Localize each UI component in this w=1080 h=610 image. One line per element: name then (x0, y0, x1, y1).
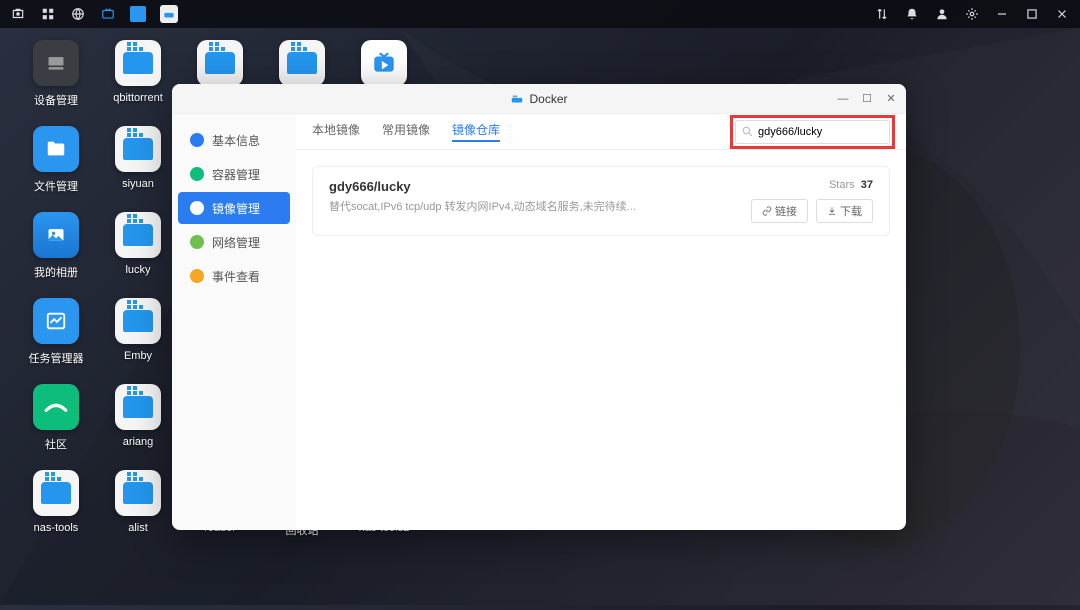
globe-icon[interactable] (70, 6, 86, 22)
stars-count: Stars 37 (829, 179, 873, 191)
system-topbar (0, 0, 1080, 28)
desktop-icon[interactable]: lucky (100, 212, 176, 298)
docker-window: Docker — ☐ ✕ 基本信息容器管理镜像管理网络管理事件查看 本地镜像 常用… (172, 84, 906, 530)
window-titlebar: Docker — ☐ ✕ (172, 84, 906, 114)
sidebar-item-icon (190, 201, 204, 215)
desktop-icon-label: 社区 (45, 436, 67, 452)
desktop-icon[interactable]: ariang (100, 384, 176, 470)
desktop-icon[interactable]: 任务管理器 (18, 298, 94, 384)
desktop-icon[interactable]: 社区 (18, 384, 94, 470)
sidebar-item[interactable]: 网络管理 (178, 226, 290, 258)
desktop-icon-label: ariang (123, 436, 154, 448)
desktop-icon-label: siyuan (122, 178, 154, 190)
sidebar-item-icon (190, 133, 204, 147)
desktop-icon-label: 设备管理 (34, 92, 78, 108)
desktop-icon[interactable]: alist (100, 470, 176, 556)
desktop-icon-label: alist (128, 522, 148, 534)
tv-icon[interactable] (100, 6, 116, 22)
close-icon[interactable] (1054, 6, 1070, 22)
tab[interactable]: 本地镜像 (312, 121, 360, 142)
tabs-bar: 本地镜像 常用镜像 镜像仓库 (296, 114, 906, 150)
search-container (735, 120, 890, 144)
camera-icon[interactable] (10, 6, 26, 22)
desktop-icon[interactable]: qbittorrent (100, 40, 176, 126)
desktop-icon-label: qbittorrent (113, 92, 163, 104)
sidebar-item-label: 网络管理 (212, 234, 260, 251)
sidebar-item[interactable]: 容器管理 (178, 158, 290, 190)
desktop-icon[interactable]: nas-tools (18, 470, 94, 556)
desktop-icon[interactable]: 设备管理 (18, 40, 94, 126)
sidebar-item-icon (190, 235, 204, 249)
sidebar-item[interactable]: 镜像管理 (178, 192, 290, 224)
desktop-icon[interactable]: 文件管理 (18, 126, 94, 212)
link-button[interactable]: 链接 (751, 199, 808, 223)
window-close-icon[interactable]: ✕ (884, 92, 898, 106)
sidebar-item-icon (190, 269, 204, 283)
folder-icon[interactable] (130, 6, 146, 22)
window-minimize-icon[interactable]: — (836, 92, 850, 106)
result-card: gdy666/lucky 替代socat,IPv6 tcp/udp 转发内网IP… (312, 166, 890, 236)
minimize-icon[interactable] (994, 6, 1010, 22)
tab[interactable]: 常用镜像 (382, 121, 430, 142)
result-description: 替代socat,IPv6 tcp/udp 转发内网IPv4,动态域名服务,未完待… (329, 198, 751, 214)
window-title: Docker (510, 92, 567, 106)
search-input[interactable] (735, 120, 890, 144)
gear-icon[interactable] (964, 6, 980, 22)
desktop-icon[interactable]: siyuan (100, 126, 176, 212)
desktop-icon-label: 任务管理器 (29, 350, 84, 366)
sidebar-item[interactable]: 事件查看 (178, 260, 290, 292)
result-title: gdy666/lucky (329, 179, 751, 194)
desktop-icon[interactable]: Emby (100, 298, 176, 384)
sidebar-item-label: 容器管理 (212, 166, 260, 183)
sidebar-item-label: 基本信息 (212, 132, 260, 149)
download-icon (827, 206, 837, 216)
desktop-icon-label: Emby (124, 350, 152, 362)
sidebar-item-icon (190, 167, 204, 181)
user-icon[interactable] (934, 6, 950, 22)
window-maximize-icon[interactable]: ☐ (860, 92, 874, 106)
tab[interactable]: 镜像仓库 (452, 121, 500, 142)
sidebar-item-label: 事件查看 (212, 268, 260, 285)
updown-icon[interactable] (874, 6, 890, 22)
sidebar-item-label: 镜像管理 (212, 200, 260, 217)
desktop-icon[interactable]: 我的相册 (18, 212, 94, 298)
docker-app-icon[interactable] (160, 5, 178, 23)
grid-icon[interactable] (40, 6, 56, 22)
maximize-icon[interactable] (1024, 6, 1040, 22)
sidebar: 基本信息容器管理镜像管理网络管理事件查看 (172, 114, 296, 530)
download-button[interactable]: 下载 (816, 199, 873, 223)
desktop-icon-label: nas-tools (34, 522, 79, 534)
desktop-icon-label: lucky (125, 264, 150, 276)
link-icon (762, 206, 772, 216)
desktop-icon-label: 文件管理 (34, 178, 78, 194)
docker-icon (510, 92, 524, 106)
search-icon (741, 125, 754, 138)
bell-icon[interactable] (904, 6, 920, 22)
sidebar-item[interactable]: 基本信息 (178, 124, 290, 156)
desktop-icon-label: 我的相册 (34, 264, 78, 280)
